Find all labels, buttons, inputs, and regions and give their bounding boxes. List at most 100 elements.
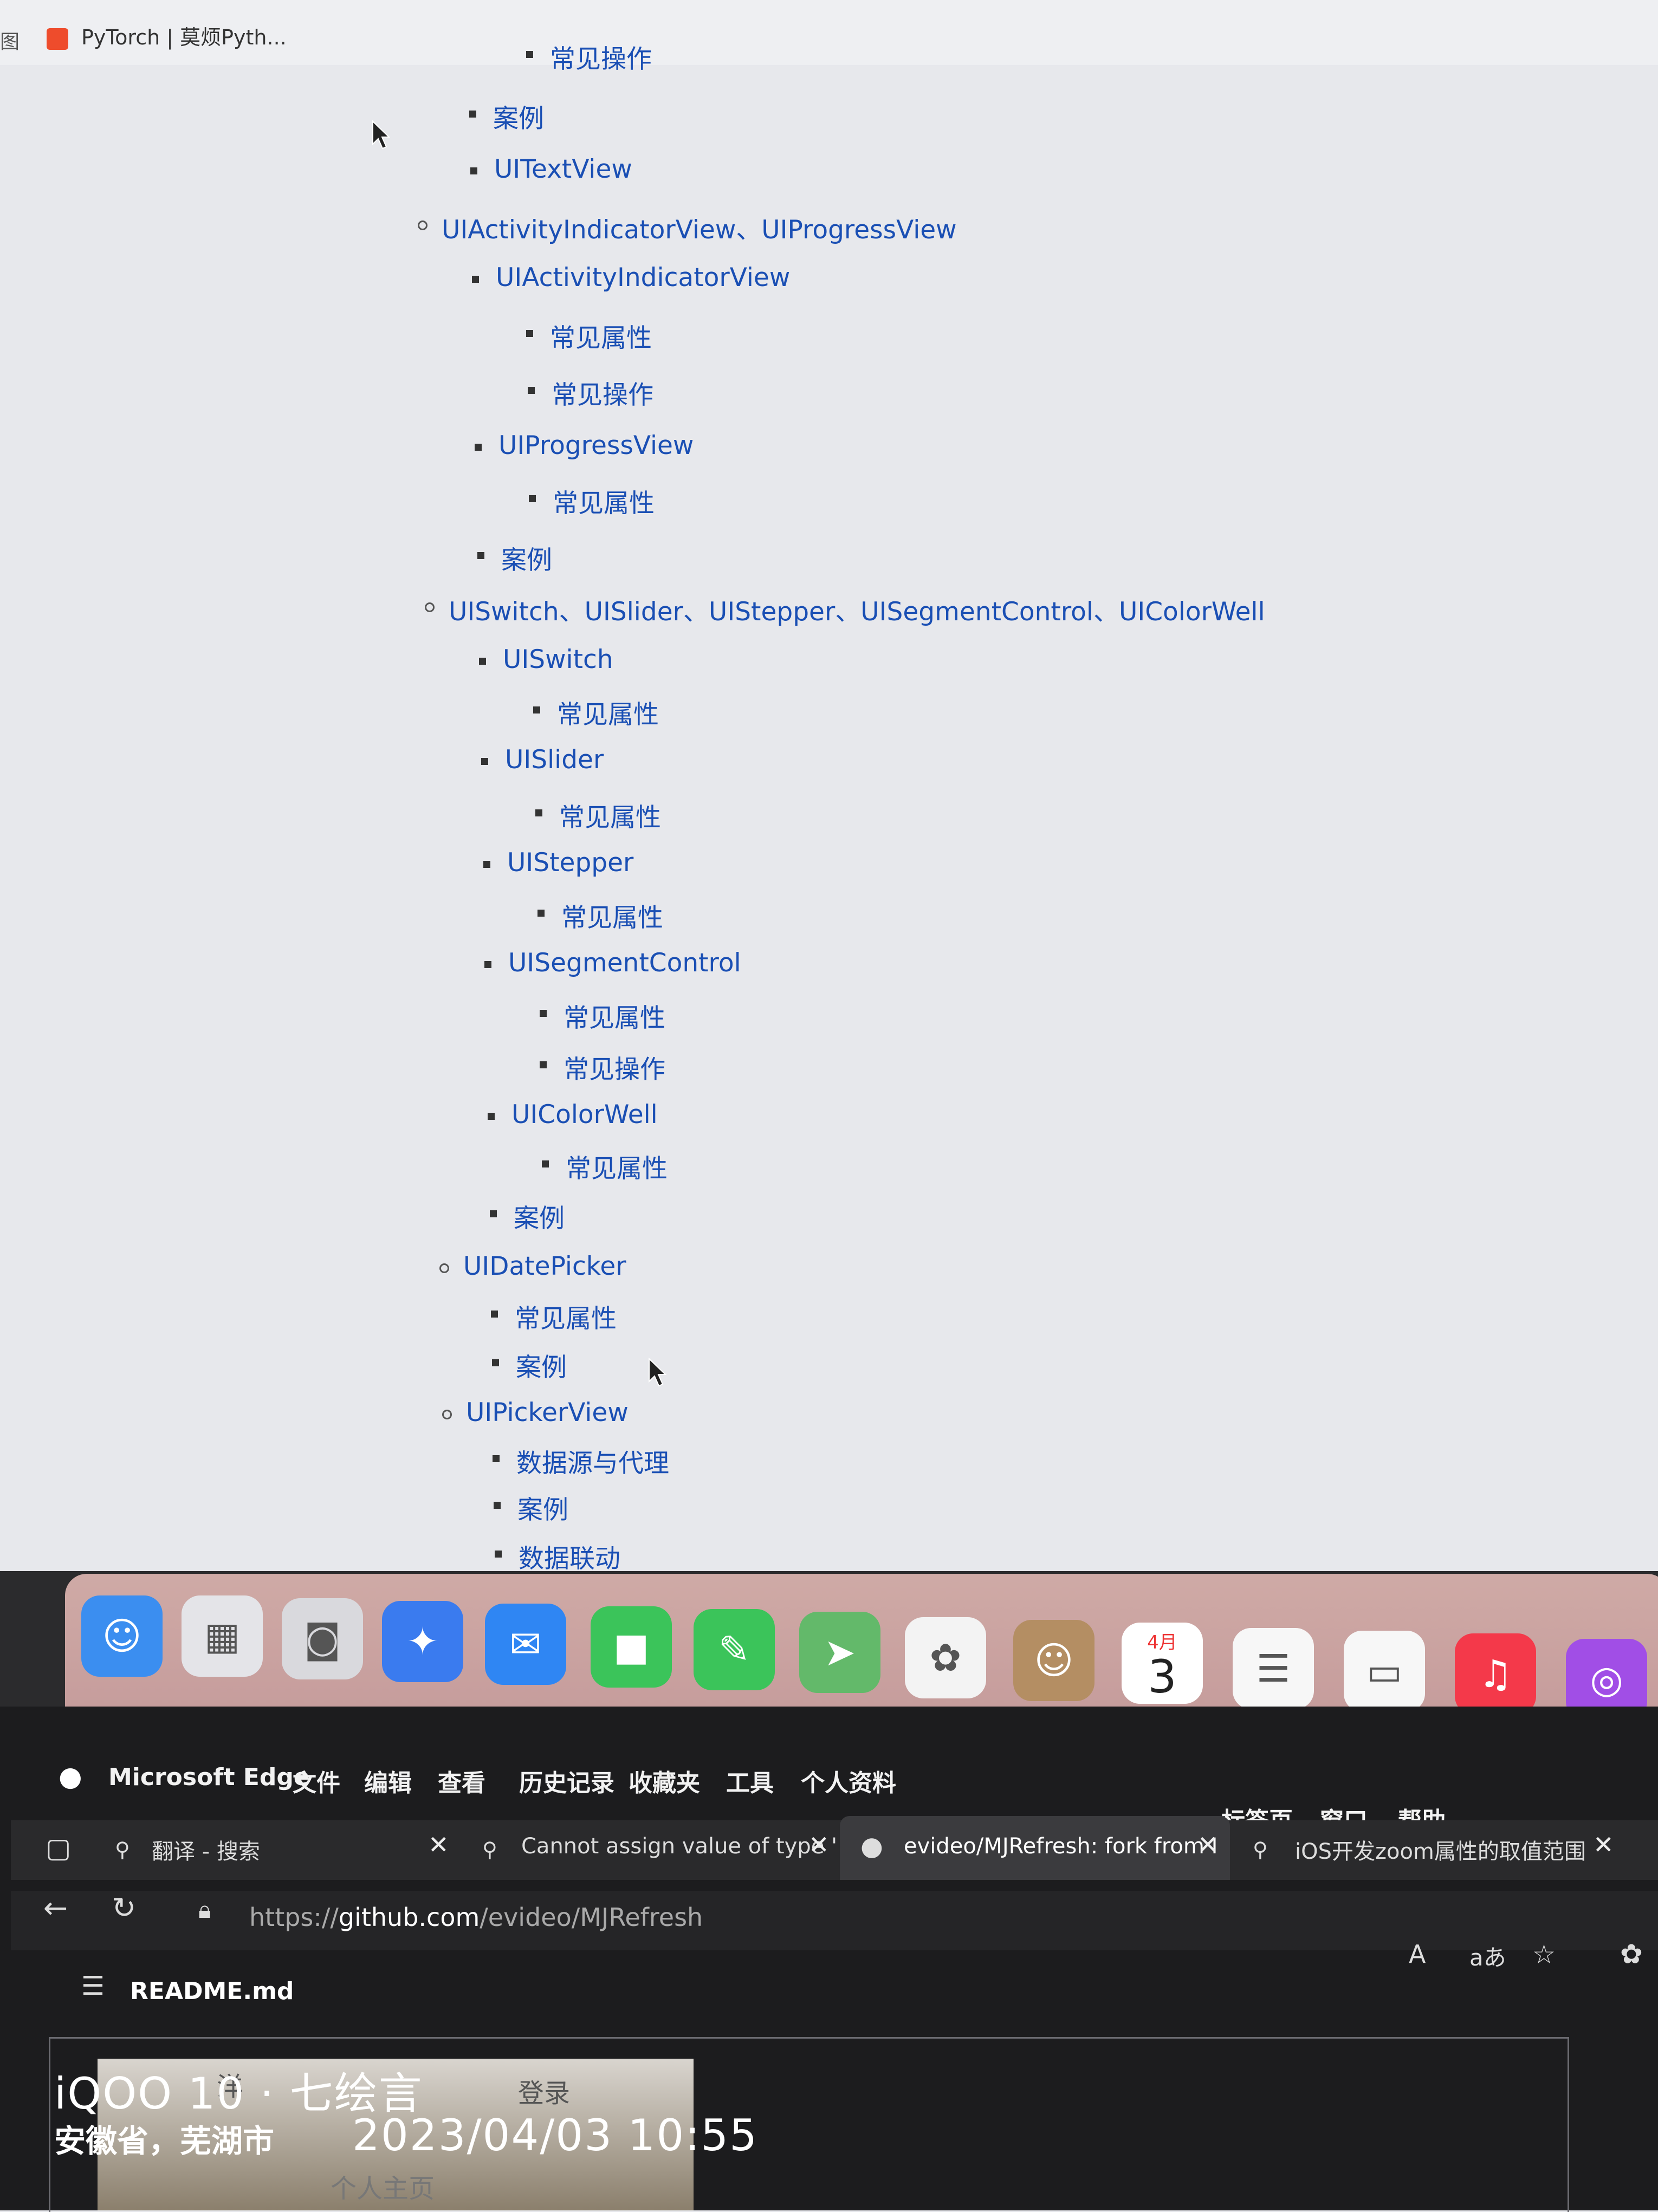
extensions-icon[interactable]: ✿	[1620, 1938, 1643, 1970]
outline-item-label: 常见属性	[566, 1154, 668, 1184]
notes-icon[interactable]: ▭	[1344, 1631, 1425, 1712]
menu-item[interactable]: 查看	[438, 1763, 485, 1798]
outline-item-l2[interactable]: 案例	[494, 1489, 568, 1526]
reload-icon[interactable]: ↻	[112, 1891, 136, 1925]
outline-item-label: UIStepper	[507, 848, 634, 878]
finder-icon[interactable]: ☺	[81, 1595, 163, 1677]
messages-icon[interactable]: ✎	[694, 1609, 775, 1690]
tab-mjrefresh[interactable]: evideo/MJRefresh: fork from I	[904, 1834, 1217, 1859]
square-bullet-icon	[488, 1113, 495, 1120]
outline-item-l3[interactable]: 常见属性	[540, 997, 665, 1034]
url-field[interactable]: https://github.com/evideo/MJRefresh	[249, 1903, 703, 1932]
login-label[interactable]: 登录	[518, 2072, 570, 2110]
outline-item-l3[interactable]: 常见属性	[537, 897, 663, 934]
search-icon: ⚲	[482, 1838, 497, 1861]
outline-item-label: 数据源与代理	[516, 1449, 669, 1478]
outline-item-label: 案例	[517, 1495, 568, 1525]
square-bullet-icon	[477, 552, 484, 559]
outline-item-label: 常见操作	[552, 380, 653, 410]
square-bullet-icon	[481, 758, 488, 765]
outline-item-label: UITextView	[494, 154, 632, 184]
square-bullet-icon	[537, 910, 545, 917]
square-bullet-icon	[470, 167, 477, 174]
mail-icon[interactable]: ✉	[485, 1604, 566, 1685]
contacts-icon[interactable]: ☺	[1013, 1620, 1094, 1701]
menu-item[interactable]: 个人资料	[801, 1763, 896, 1798]
mouse-cursor-icon	[649, 1358, 666, 1387]
tab-cannot-assign[interactable]: Cannot assign value of type '	[521, 1834, 837, 1859]
outline-item-l2[interactable]: 数据联动	[495, 1538, 620, 1575]
outline-item-l2[interactable]: UISlider	[481, 745, 604, 775]
close-tab-icon[interactable]: ✕	[1593, 1830, 1614, 1859]
sidebar-toggle-icon[interactable]: ▢	[46, 1832, 71, 1864]
outline-item-l1[interactable]: UIActivityIndicatorView、UIProgressView	[418, 209, 957, 246]
profile-label[interactable]: 个人主页	[331, 2167, 435, 2205]
tab-translate[interactable]: 翻译 - 搜索	[152, 1834, 260, 1865]
outline-item-l2[interactable]: UISegmentControl	[484, 948, 741, 978]
menu-item[interactable]: 文件	[293, 1763, 340, 1798]
music-icon[interactable]: ♫	[1455, 1633, 1536, 1715]
square-bullet-icon	[483, 861, 490, 868]
outline-item-l3[interactable]: 常见属性	[542, 1147, 668, 1185]
outline-item-label: 常见属性	[553, 489, 655, 518]
github-icon: ●	[860, 1831, 883, 1861]
outline-item-label: 常见属性	[557, 700, 659, 730]
list-icon[interactable]: ☰	[81, 1971, 105, 2001]
outline-item-l2[interactable]: 案例	[469, 98, 544, 135]
outline-item-l3[interactable]: 常见操作	[526, 38, 652, 75]
circle-bullet-icon	[418, 220, 428, 230]
outline-item-l2[interactable]: 案例	[490, 1197, 565, 1235]
maps-icon[interactable]: ➤	[799, 1612, 880, 1693]
apple-icon[interactable]: ●	[59, 1761, 82, 1792]
facetime-icon[interactable]: ■	[591, 1606, 672, 1688]
calendar-icon[interactable]: 4月 3	[1122, 1623, 1203, 1704]
tab-fragment[interactable]: 图	[0, 26, 20, 54]
square-bullet-icon	[493, 1455, 500, 1462]
outline-item-l3[interactable]: 常见操作	[540, 1048, 665, 1086]
outline-item-label: UISwitch	[503, 645, 613, 674]
search-icon: ⚲	[115, 1838, 130, 1861]
circle-bullet-icon	[425, 602, 435, 612]
screenshot-icon[interactable]: ◙	[282, 1598, 363, 1679]
outline-item-l2[interactable]: UIActivityIndicatorView	[472, 263, 790, 293]
outline-item-l1[interactable]: UIDatePicker	[439, 1251, 626, 1281]
outline-item-l2[interactable]: 数据源与代理	[493, 1442, 669, 1480]
reminders-icon[interactable]: ☰	[1233, 1628, 1314, 1709]
outline-item-l2[interactable]: UISwitch	[479, 645, 613, 674]
photos-icon[interactable]: ✿	[905, 1617, 986, 1698]
outline-item-l2[interactable]: UIStepper	[483, 848, 634, 878]
launchpad-icon[interactable]: ▦	[182, 1595, 263, 1677]
menu-item[interactable]: 历史记录	[519, 1763, 614, 1798]
outline-item-l1[interactable]: UISwitch、UISlider、UIStepper、UISegmentCon…	[425, 591, 1265, 628]
close-tab-icon[interactable]: ✕	[808, 1830, 830, 1859]
square-bullet-icon	[492, 1359, 499, 1366]
outline-item-l3[interactable]: 常见属性	[526, 317, 652, 354]
outline-item-l2[interactable]: UIColorWell	[488, 1100, 658, 1130]
tab-ios-zoom[interactable]: iOS开发zoom属性的取值范围	[1295, 1834, 1586, 1865]
back-icon[interactable]: ←	[43, 1891, 68, 1925]
outline-item-l2[interactable]: UITextView	[470, 154, 632, 184]
close-tab-icon[interactable]: ✕	[1197, 1830, 1219, 1859]
outline-item-l3[interactable]: 常见属性	[529, 482, 655, 520]
outline-item-l1[interactable]: UIPickerView	[442, 1398, 629, 1428]
readme-title[interactable]: README.md	[130, 1977, 294, 2005]
outline-item-l2[interactable]: 案例	[477, 539, 552, 576]
tab-title[interactable]: PyTorch | 莫烦Pyth...	[81, 21, 287, 50]
menu-item[interactable]: 工具	[726, 1763, 774, 1798]
outline-item-l3[interactable]: 常见操作	[528, 374, 653, 411]
outline-item-l2[interactable]: 常见属性	[491, 1298, 617, 1335]
app-name[interactable]: Microsoft Edge	[108, 1763, 310, 1791]
square-bullet-icon	[529, 495, 536, 502]
outline-item-l3[interactable]: 常见属性	[535, 796, 661, 834]
outline-item-l2[interactable]: UIProgressView	[475, 431, 694, 460]
outline-item-l3[interactable]: 常见属性	[533, 693, 659, 731]
outline-item-label: 常见操作	[564, 1055, 665, 1085]
safari-icon[interactable]: ✦	[382, 1601, 463, 1682]
circle-bullet-icon	[439, 1263, 449, 1273]
square-bullet-icon	[495, 1551, 502, 1558]
outline-item-l2[interactable]: 案例	[492, 1346, 567, 1384]
square-bullet-icon	[491, 1311, 498, 1318]
menu-item[interactable]: 编辑	[364, 1763, 412, 1798]
close-tab-icon[interactable]: ✕	[428, 1830, 449, 1859]
menu-item[interactable]: 收藏夹	[629, 1763, 700, 1798]
